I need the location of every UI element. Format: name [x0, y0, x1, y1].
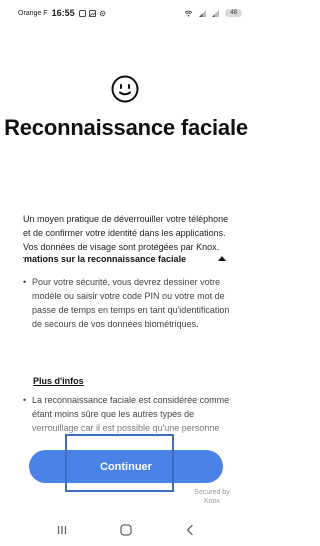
section-title-label: Informations sur la reconnaissance facia… — [23, 254, 187, 264]
info-bullet-1: • Pour votre sécurité, vous devrez dessi… — [23, 275, 235, 331]
face-icon — [111, 75, 139, 103]
bullet-text-1: Pour votre sécurité, vous devrez dessine… — [32, 277, 230, 329]
wifi-icon — [185, 10, 193, 16]
intro-text: Un moyen pratique de déverrouiller votre… — [23, 214, 229, 252]
clock: 16:55 — [51, 8, 75, 18]
home-icon[interactable] — [119, 523, 133, 537]
gear-icon — [99, 10, 105, 16]
page-title: Reconnaissance faciale — [4, 115, 248, 140]
back-icon[interactable] — [183, 523, 197, 537]
caret-up-icon[interactable] — [218, 256, 226, 261]
secured-by-knox-label: Secured by Knox — [194, 489, 230, 505]
battery-indicator: 48 — [225, 9, 242, 17]
photo-icon — [88, 9, 96, 17]
bullet-marker: • — [23, 277, 27, 287]
highlight-box — [65, 434, 174, 492]
signal-icon — [199, 9, 207, 17]
bullet-marker: • — [23, 395, 27, 405]
navigation-bar — [0, 514, 252, 546]
section-title[interactable]: Informations sur la reconnaissance facia… — [23, 254, 223, 264]
carrier-label: Orange F — [18, 9, 48, 17]
status-bar: Orange F 16:55 48 — [0, 0, 252, 26]
recent-apps-icon[interactable] — [55, 523, 69, 537]
more-info-link[interactable]: Plus d'infos — [33, 376, 84, 386]
signal-2-icon — [212, 9, 220, 17]
notification-icon — [78, 9, 86, 17]
